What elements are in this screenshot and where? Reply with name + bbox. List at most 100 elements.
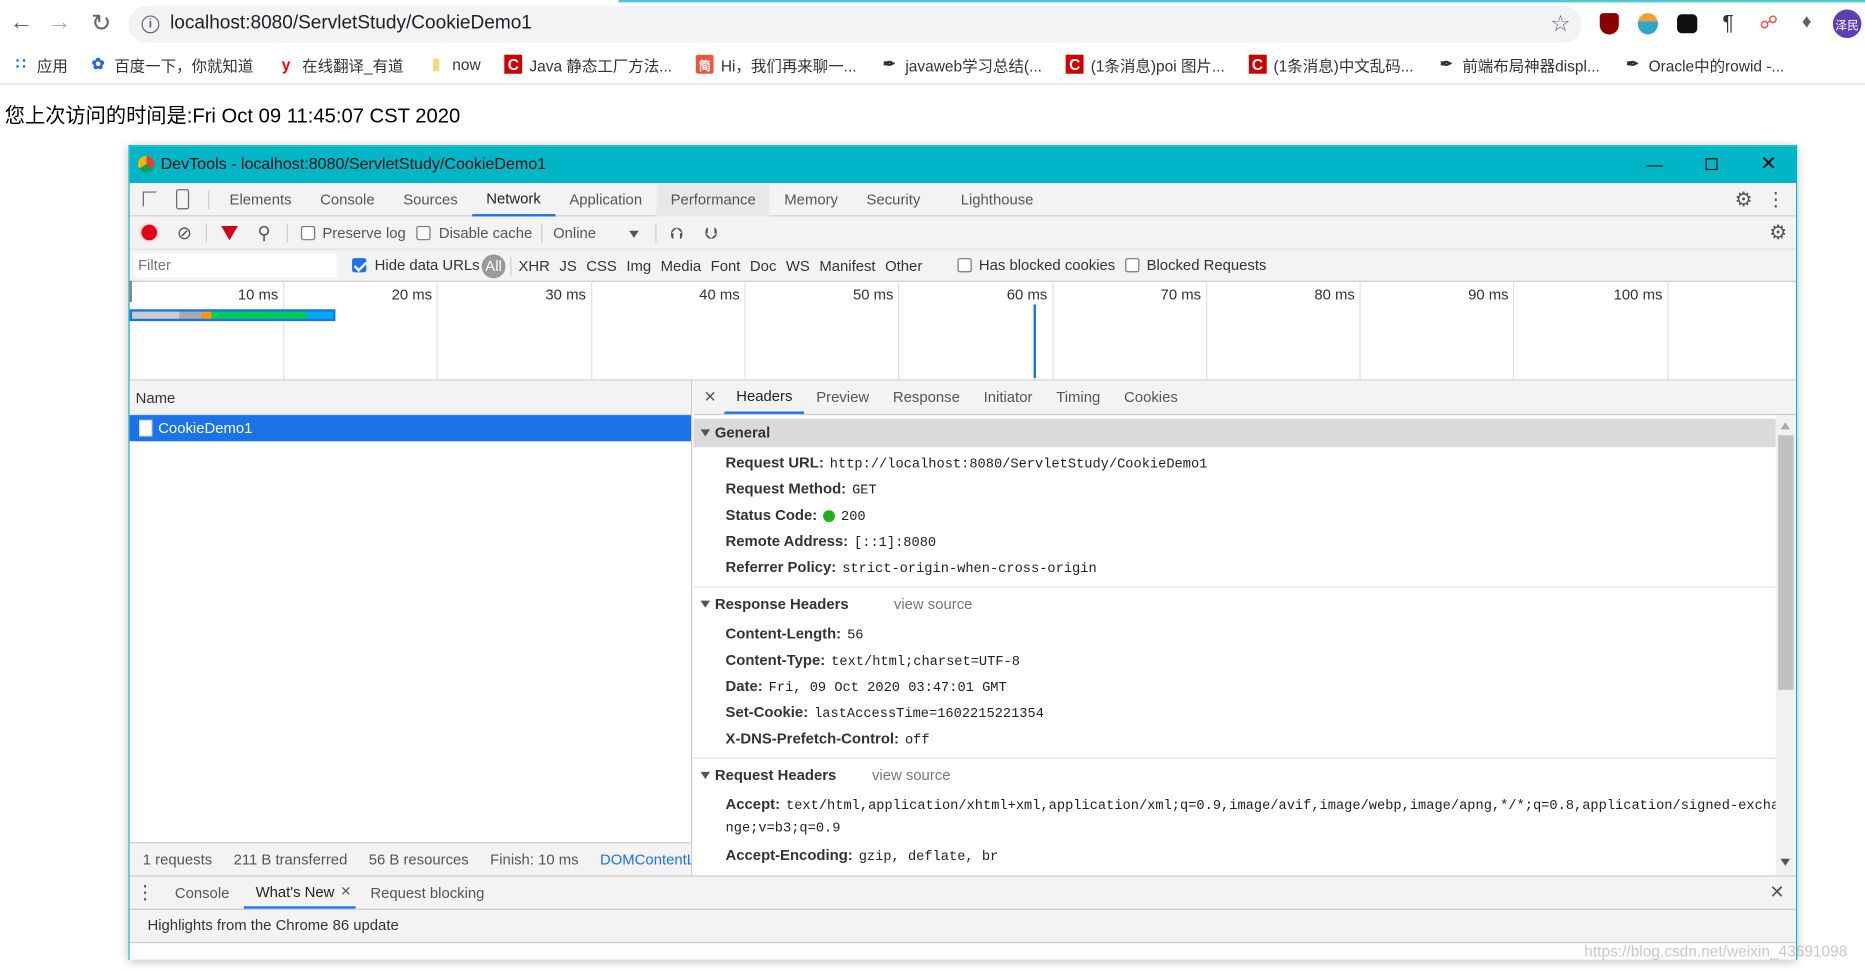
filter-input[interactable] bbox=[134, 253, 336, 277]
disable-cache-checkbox[interactable] bbox=[416, 226, 430, 240]
view-source-link[interactable]: view source bbox=[872, 767, 951, 784]
forward-icon[interactable]: → bbox=[48, 10, 72, 36]
record-button[interactable] bbox=[142, 225, 157, 240]
export-har-icon[interactable]: ⮋ bbox=[702, 221, 721, 245]
info-icon[interactable]: i bbox=[142, 15, 160, 33]
detail-tab-preview[interactable]: Preview bbox=[804, 381, 881, 414]
blocked-requests-checkbox[interactable] bbox=[1125, 258, 1139, 272]
close-drawer-icon[interactable]: ✕ bbox=[1766, 880, 1787, 904]
filter-funnel-icon[interactable] bbox=[221, 226, 238, 240]
detail-tab-response[interactable]: Response bbox=[881, 381, 972, 414]
general-section-header[interactable]: General bbox=[693, 419, 1775, 448]
settings-gear-icon[interactable]: ⚙ bbox=[1732, 187, 1756, 213]
drawer-tab-what-s-new[interactable]: What's New✕ bbox=[244, 877, 356, 909]
back-icon[interactable]: ← bbox=[10, 10, 34, 36]
clear-icon[interactable]: ⊘ bbox=[175, 222, 194, 242]
throttling-select[interactable]: Online bbox=[548, 221, 643, 245]
import-har-icon[interactable]: ⮉ bbox=[667, 221, 686, 245]
maximize-icon[interactable] bbox=[1706, 158, 1718, 170]
detail-scrollbar[interactable] bbox=[1776, 415, 1796, 875]
name-column-header[interactable]: Name bbox=[130, 381, 691, 415]
filter-type-ws[interactable]: WS bbox=[786, 258, 810, 275]
filter-type-xhr[interactable]: XHR bbox=[518, 258, 549, 275]
detail-tab-timing[interactable]: Timing bbox=[1044, 381, 1112, 414]
tab-network[interactable]: Network bbox=[472, 183, 555, 216]
more-options-icon[interactable]: ⋮ bbox=[1767, 187, 1784, 213]
tab-memory[interactable]: Memory bbox=[770, 183, 852, 216]
bookmark-item[interactable]: ✒Oracle中的rowid -... bbox=[1624, 54, 1785, 75]
header-row: Referrer Policy:strict-origin-when-cross… bbox=[726, 559, 1097, 577]
request-headers-section-header[interactable]: Request Headersview source bbox=[693, 761, 1775, 790]
bookmark-item[interactable]: ✒javaweb学习总结(... bbox=[880, 54, 1042, 75]
extension-network-icon[interactable]: ☍ bbox=[1758, 10, 1779, 36]
reload-icon[interactable]: ↻ bbox=[89, 10, 113, 36]
detail-tab-headers[interactable]: Headers bbox=[724, 381, 804, 414]
expand-triangle-icon bbox=[701, 601, 711, 608]
tab-console[interactable]: Console bbox=[306, 183, 389, 216]
filter-type-manifest[interactable]: Manifest bbox=[819, 258, 875, 275]
timeline-overview[interactable]: 10 ms20 ms30 ms40 ms50 ms60 ms70 ms80 ms… bbox=[130, 281, 1796, 381]
search-icon[interactable]: ⚲ bbox=[253, 221, 274, 245]
tab-sources[interactable]: Sources bbox=[389, 183, 472, 216]
ublock-icon[interactable] bbox=[1600, 13, 1619, 34]
drawer-tab-request-blocking[interactable]: Request blocking bbox=[356, 877, 499, 909]
has-blocked-cookies-checkbox[interactable] bbox=[957, 258, 971, 272]
filter-type-doc[interactable]: Doc bbox=[750, 258, 776, 275]
bookmark-label: 前端布局神器displ... bbox=[1462, 53, 1599, 76]
filter-type-other[interactable]: Other bbox=[885, 258, 922, 275]
filter-type-media[interactable]: Media bbox=[661, 258, 701, 275]
avatar[interactable]: 泽民 bbox=[1833, 10, 1862, 39]
filter-type-js[interactable]: JS bbox=[559, 258, 576, 275]
chevron-down-icon bbox=[629, 231, 639, 238]
bookmark-item[interactable]: C(1条消息)poi 图片... bbox=[1066, 54, 1225, 75]
close-window-icon[interactable]: ✕ bbox=[1754, 151, 1783, 177]
timeline-gridline bbox=[437, 281, 438, 381]
filter-type-all[interactable]: All bbox=[482, 254, 506, 278]
scroll-up-icon[interactable] bbox=[1781, 422, 1791, 429]
drawer-menu-icon[interactable]: ⋮ bbox=[139, 881, 151, 905]
tab-security[interactable]: Security bbox=[852, 183, 934, 216]
detail-tab-cookies[interactable]: Cookies bbox=[1112, 381, 1190, 414]
scroll-down-icon[interactable] bbox=[1781, 859, 1791, 866]
url-text[interactable]: localhost:8080/ServletStudy/CookieDemo1 bbox=[170, 13, 532, 34]
extension-tampermonkey-icon[interactable] bbox=[1677, 14, 1697, 33]
table-row[interactable]: CookieDemo1 bbox=[130, 415, 691, 441]
network-settings-gear-icon[interactable]: ⚙ bbox=[1766, 220, 1790, 246]
tab-lighthouse[interactable]: Lighthouse bbox=[935, 183, 1034, 216]
close-detail-icon[interactable]: ✕ bbox=[701, 387, 720, 408]
minimize-icon[interactable]: — bbox=[1640, 151, 1669, 177]
inspect-element-icon[interactable] bbox=[143, 191, 157, 206]
tab-application[interactable]: Application bbox=[555, 183, 656, 216]
bookmark-label: 应用 bbox=[37, 53, 68, 76]
header-row: Set-Cookie:lastAccessTime=1602215221354 bbox=[726, 704, 1044, 722]
preserve-log-checkbox[interactable] bbox=[301, 226, 315, 240]
drawer-tab-console[interactable]: Console bbox=[161, 877, 244, 909]
bookmark-star-icon[interactable]: ☆ bbox=[1547, 11, 1573, 37]
filter-type-css[interactable]: CSS bbox=[586, 258, 617, 275]
bookmark-item[interactable]: C(1条消息)中文乱码... bbox=[1249, 54, 1414, 75]
bookmark-item[interactable]: ▮now bbox=[427, 54, 480, 75]
device-toolbar-icon[interactable] bbox=[176, 189, 189, 209]
extensions-puzzle-icon[interactable]: ♦ bbox=[1796, 10, 1817, 36]
tab-performance[interactable]: Performance bbox=[656, 183, 770, 216]
bookmark-item[interactable]: 简Hi，我们再来聊一... bbox=[696, 54, 857, 75]
bookmark-item[interactable]: ✒前端布局神器displ... bbox=[1437, 54, 1599, 75]
filter-type-font[interactable]: Font bbox=[711, 258, 741, 275]
tab-elements[interactable]: Elements bbox=[215, 183, 306, 216]
extension-globe-icon[interactable] bbox=[1638, 13, 1658, 34]
bookmark-item[interactable]: ✿百度一下，你就知道 bbox=[89, 54, 253, 75]
filter-type-img[interactable]: Img bbox=[626, 258, 651, 275]
bookmark-item[interactable]: CJava 静态工厂方法... bbox=[504, 54, 672, 75]
scrollbar-thumb[interactable] bbox=[1778, 435, 1793, 690]
response-headers-section-header[interactable]: Response Headersview source bbox=[693, 590, 1775, 619]
timeline-left-handle[interactable] bbox=[130, 281, 132, 302]
close-tab-icon[interactable]: ✕ bbox=[340, 884, 351, 899]
bookmark-item[interactable]: ∷应用 bbox=[12, 54, 68, 75]
detail-tab-initiator[interactable]: Initiator bbox=[972, 381, 1045, 414]
view-source-link[interactable]: view source bbox=[894, 596, 973, 613]
hide-data-urls-checkbox[interactable] bbox=[352, 258, 366, 272]
extension-pilcrow-icon[interactable]: ¶ bbox=[1717, 10, 1738, 36]
bookmark-item[interactable]: y在线翻译_有道 bbox=[277, 54, 403, 75]
summary-item[interactable]: DOMContentL bbox=[600, 851, 691, 868]
omnibox[interactable]: i localhost:8080/ServletStudy/CookieDemo… bbox=[128, 6, 1581, 43]
